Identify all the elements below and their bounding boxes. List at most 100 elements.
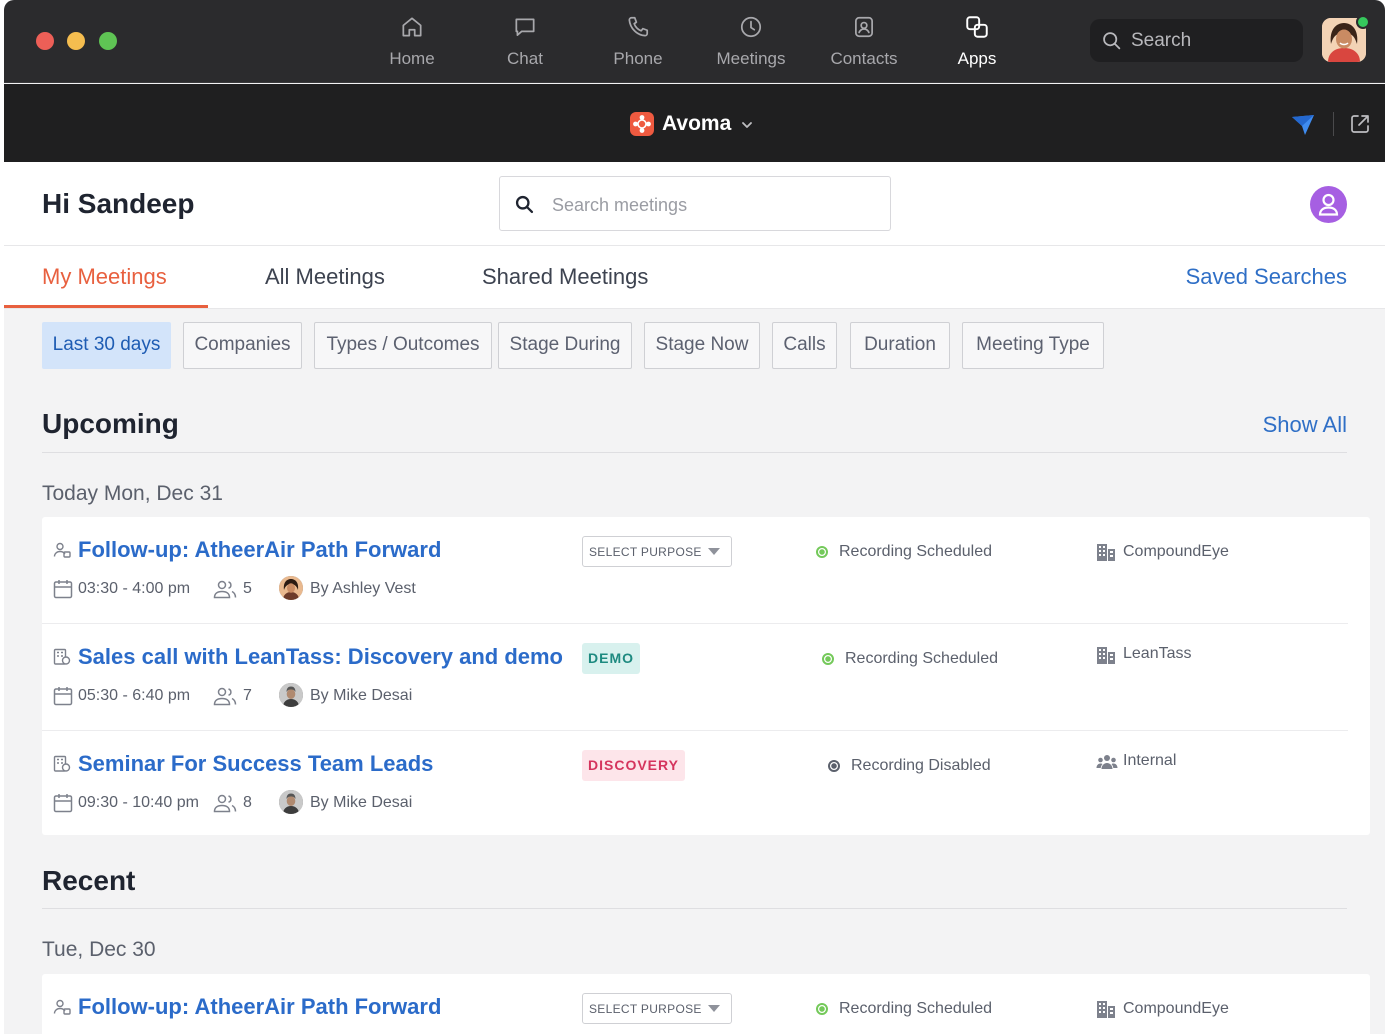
dropdown-arrow-icon (708, 548, 720, 555)
show-all-link[interactable]: Show All (1263, 412, 1347, 438)
attendees-icon (213, 580, 237, 599)
search-icon (515, 195, 534, 214)
nav-home[interactable]: Home (362, 14, 462, 74)
filter-types-outcomes[interactable]: Types / Outcomes (314, 322, 492, 369)
meeting-tabs: My Meetings All Meetings Shared Meetings… (4, 246, 1385, 309)
filter-meeting-type[interactable]: Meeting Type (962, 322, 1104, 369)
recording-scheduled-icon (816, 546, 828, 558)
host-avatar (279, 683, 303, 707)
tab-my-meetings[interactable]: My Meetings (42, 264, 167, 290)
page-title: Hi Sandeep (42, 188, 195, 219)
company-name[interactable]: CompoundEye (1123, 1000, 1229, 1018)
global-search-placeholder: Search (1131, 30, 1192, 51)
nav-meetings[interactable]: Meetings (701, 14, 801, 74)
select-purpose-dropdown[interactable]: SELECT PURPOSE (582, 993, 732, 1024)
search-meetings-placeholder: Search meetings (552, 195, 688, 215)
company-building-icon (1097, 647, 1115, 664)
filter-stage-now[interactable]: Stage Now (644, 322, 760, 369)
company-name[interactable]: Internal (1123, 752, 1176, 770)
meeting-time: 09:30 - 10:40 pm (78, 794, 199, 811)
filter-companies[interactable]: Companies (183, 322, 302, 369)
meeting-row[interactable]: Follow-up: AtheerAir Path Forward SELECT… (42, 974, 1348, 1034)
nav-apps-label: Apps (957, 49, 997, 68)
recording-disabled-icon (828, 760, 840, 772)
search-icon (1103, 32, 1121, 50)
meeting-time: 03:30 - 4:00 pm (78, 580, 191, 597)
company-building-icon (1097, 1001, 1115, 1018)
dropdown-arrow-icon (708, 1005, 720, 1012)
filter-duration[interactable]: Duration (850, 322, 950, 369)
tab-shared-meetings[interactable]: Shared Meetings (482, 264, 648, 290)
recording-scheduled-icon (816, 1003, 828, 1015)
recording-status: Recording Scheduled (845, 650, 998, 667)
meeting-row[interactable]: Follow-up: AtheerAir Path Forward 03:30 … (42, 517, 1348, 624)
select-purpose-dropdown[interactable]: SELECT PURPOSE (582, 536, 732, 567)
nav-chat[interactable]: Chat (475, 14, 575, 74)
company-name[interactable]: LeanTass (1123, 645, 1192, 663)
send-icon[interactable] (1291, 114, 1315, 136)
select-purpose-label: SELECT PURPOSE (589, 545, 702, 559)
company-name[interactable]: CompoundEye (1123, 543, 1229, 561)
online-status-indicator (1356, 15, 1370, 29)
clock-icon (740, 16, 762, 38)
meeting-host: By Ashley Vest (310, 580, 416, 597)
user-icon (1318, 193, 1339, 216)
filter-stage-during[interactable]: Stage During (498, 322, 632, 369)
recent-section-title: Recent (42, 865, 136, 896)
filter-last-30-days[interactable]: Last 30 days (42, 322, 171, 369)
app-name[interactable]: Avoma (662, 112, 731, 136)
filter-bar: Last 30 days Companies Types / Outcomes … (4, 309, 1385, 381)
nav-contacts[interactable]: Contacts (814, 14, 914, 74)
attendee-count: 5 (243, 580, 252, 597)
nav-phone[interactable]: Phone (588, 14, 688, 74)
calendar-icon (53, 794, 73, 813)
attendee-count: 7 (243, 687, 252, 704)
phone-icon (628, 16, 649, 37)
recording-status: Recording Scheduled (839, 543, 992, 560)
attendees-icon (213, 687, 237, 706)
meeting-title-link[interactable]: Follow-up: AtheerAir Path Forward (78, 994, 441, 1020)
internal-meeting-icon (53, 755, 71, 772)
global-search[interactable]: Search (1090, 19, 1303, 62)
host-photo-icon (279, 683, 303, 707)
host-avatar (279, 790, 303, 814)
app-window: Home Chat Phone Meetings Contacts Apps S… (4, 0, 1385, 1034)
minimize-window-button[interactable] (67, 32, 85, 50)
close-window-button[interactable] (36, 32, 54, 50)
purpose-badge[interactable]: DEMO (582, 643, 640, 674)
meeting-time: 05:30 - 6:40 pm (78, 687, 191, 704)
select-purpose-label: SELECT PURPOSE (589, 1002, 702, 1016)
upcoming-divider (42, 452, 1347, 453)
meeting-title-link[interactable]: Follow-up: AtheerAir Path Forward (78, 537, 441, 563)
search-meetings-input[interactable]: Search meetings (499, 176, 891, 231)
host-photo-icon (279, 790, 303, 814)
nav-chat-label: Chat (507, 49, 543, 68)
nav-phone-label: Phone (613, 49, 663, 68)
meeting-title-link[interactable]: Sales call with LeanTass: Discovery and … (78, 644, 563, 670)
meeting-host: By Mike Desai (310, 794, 413, 811)
external-meeting-icon (53, 542, 71, 558)
app-header-bar: Avoma (4, 84, 1385, 162)
nav-apps[interactable]: Apps (927, 14, 1027, 74)
meeting-title-link[interactable]: Seminar For Success Team Leads (78, 751, 433, 777)
meeting-row[interactable]: Seminar For Success Team Leads 09:30 - 1… (42, 731, 1348, 838)
appbar-divider (1333, 112, 1334, 136)
zoom-window-button[interactable] (99, 32, 117, 50)
team-icon (1096, 755, 1118, 769)
upcoming-day-label: Today Mon, Dec 31 (42, 482, 223, 505)
attendee-count: 8 (243, 794, 252, 811)
home-icon (402, 17, 422, 37)
recording-scheduled-icon (822, 653, 834, 665)
chevron-down-icon[interactable] (740, 118, 754, 132)
purpose-badge[interactable]: DISCOVERY (582, 750, 685, 781)
meeting-row[interactable]: Sales call with LeanTass: Discovery and … (42, 624, 1348, 731)
filter-calls[interactable]: Calls (772, 322, 837, 369)
host-photo-icon (279, 576, 303, 600)
external-link-icon[interactable] (1349, 113, 1371, 135)
user-menu-button[interactable] (1310, 186, 1347, 223)
upcoming-meetings-card: Follow-up: AtheerAir Path Forward 03:30 … (42, 517, 1370, 835)
nav-meetings-label: Meetings (716, 49, 786, 68)
company-building-icon (1097, 544, 1115, 561)
tab-all-meetings[interactable]: All Meetings (265, 264, 385, 290)
saved-searches-link[interactable]: Saved Searches (1186, 264, 1347, 290)
